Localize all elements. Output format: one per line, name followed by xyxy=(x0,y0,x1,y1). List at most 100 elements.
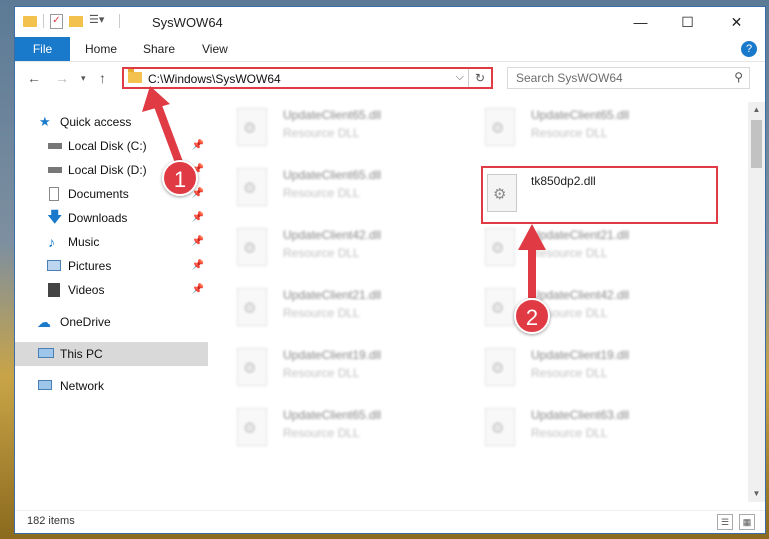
scroll-up-icon[interactable]: ▲ xyxy=(748,102,765,118)
pin-icon[interactable]: 📌 xyxy=(192,134,204,158)
search-icon[interactable]: ⚲ xyxy=(734,70,743,84)
tab-share[interactable]: Share xyxy=(143,37,175,61)
sidebar-item-downloads[interactable]: 🡇 Downloads 📌 xyxy=(15,206,208,230)
properties-icon[interactable]: ✓ xyxy=(50,13,63,29)
sidebar-item-this-pc[interactable]: This PC xyxy=(15,342,208,366)
videos-icon xyxy=(48,283,60,297)
sidebar-item-pictures[interactable]: Pictures 📌 xyxy=(15,254,208,278)
pin-icon[interactable]: 📌 xyxy=(192,230,204,254)
file-type: Resource DLL xyxy=(531,246,608,260)
file-type: Resource DLL xyxy=(283,186,360,200)
pictures-icon xyxy=(47,260,61,271)
list-item[interactable]: UpdateClient19.dll Resource DLL xyxy=(459,346,689,402)
sidebar-item-label: Quick access xyxy=(60,115,132,129)
dll-file-icon xyxy=(237,288,267,326)
recent-locations-chevron-icon[interactable]: ▾ xyxy=(81,73,86,84)
close-button[interactable]: ✕ xyxy=(714,7,759,37)
address-path[interactable]: C:\Windows\SysWOW64 xyxy=(148,72,281,86)
new-folder-icon[interactable] xyxy=(69,15,83,27)
list-item[interactable]: UpdateClient21.dll Resource DLL xyxy=(211,286,441,342)
folder-icon xyxy=(128,69,142,83)
file-name: UpdateClient19.dll xyxy=(531,348,630,362)
details-view-icon[interactable]: ☰ xyxy=(717,514,733,530)
help-button[interactable]: ? xyxy=(741,41,757,57)
sidebar-item-label: Local Disk (D:) xyxy=(68,163,147,177)
sidebar-item-videos[interactable]: Videos 📌 xyxy=(15,278,208,302)
window-title: SysWOW64 xyxy=(152,15,223,30)
separator xyxy=(119,14,120,28)
customize-toolbar-icon[interactable]: ☰▾ xyxy=(89,13,105,29)
sidebar-item-local-disk-c[interactable]: Local Disk (C:) 📌 xyxy=(15,134,208,158)
sidebar-item-network[interactable]: Network xyxy=(15,374,208,398)
dll-file-icon xyxy=(485,108,515,146)
vertical-scrollbar[interactable]: ▲ ▼ xyxy=(748,102,765,502)
file-name: UpdateClient42.dll xyxy=(283,228,382,242)
pin-icon[interactable]: 📌 xyxy=(192,254,204,278)
file-name: UpdateClient21.dll xyxy=(283,288,382,302)
tab-view[interactable]: View xyxy=(202,37,228,61)
list-item[interactable]: UpdateClient65.dll Resource DLL xyxy=(211,106,441,162)
sidebar-item-label: Videos xyxy=(68,283,105,297)
file-list: UpdateClient65.dll Resource DLL UpdateCl… xyxy=(211,102,745,502)
sidebar-item-music[interactable]: ♪ Music 📌 xyxy=(15,230,208,254)
up-arrow-icon[interactable]: ↑ xyxy=(99,70,106,86)
computer-icon xyxy=(38,348,54,358)
dll-file-icon xyxy=(487,174,517,212)
documents-icon xyxy=(49,187,59,201)
list-item[interactable]: UpdateClient63.dll Resource DLL xyxy=(459,406,689,462)
file-name: UpdateClient42.dll xyxy=(531,288,630,302)
step-1-badge: 1 xyxy=(162,160,198,196)
sidebar-item-onedrive[interactable]: ☁ OneDrive xyxy=(15,310,208,334)
file-name: UpdateClient65.dll xyxy=(531,108,630,122)
maximize-button[interactable]: ☐ xyxy=(665,7,710,37)
chevron-down-icon[interactable]: ⌵ xyxy=(456,71,464,84)
dll-file-icon xyxy=(485,348,515,386)
minimize-button[interactable]: — xyxy=(618,7,663,37)
music-icon: ♪ xyxy=(48,234,55,250)
dll-file-icon xyxy=(237,408,267,446)
downloads-icon: 🡇 xyxy=(47,209,63,226)
drive-icon xyxy=(48,167,62,173)
list-item[interactable]: UpdateClient65.dll Resource DLL xyxy=(459,106,689,162)
large-icons-view-icon[interactable]: ▦ xyxy=(739,514,755,530)
dll-file-icon xyxy=(485,228,515,266)
star-icon: ★ xyxy=(39,114,51,129)
view-switcher: ☰ ▦ xyxy=(717,514,755,530)
search-input[interactable]: Search SysWOW64 ⚲ xyxy=(507,67,750,89)
back-arrow-icon[interactable]: ← xyxy=(27,70,41,86)
scroll-down-icon[interactable]: ▼ xyxy=(748,486,765,502)
scroll-thumb[interactable] xyxy=(751,120,762,168)
target-dll-file[interactable]: tk850dp2.dll xyxy=(481,166,718,224)
address-bar[interactable]: C:\Windows\SysWOW64 ⌵ ↻ xyxy=(122,67,493,89)
list-item[interactable]: UpdateClient65.dll Resource DLL xyxy=(211,166,441,222)
list-item[interactable]: UpdateClient42.dll Resource DLL xyxy=(459,286,689,342)
list-item[interactable]: UpdateClient19.dll Resource DLL xyxy=(211,346,441,402)
refresh-icon[interactable]: ↻ xyxy=(468,69,491,87)
file-type: Resource DLL xyxy=(283,246,360,260)
sidebar-item-label: Music xyxy=(68,235,100,249)
file-name: UpdateClient19.dll xyxy=(283,348,382,362)
sidebar-item-label: Pictures xyxy=(68,259,112,273)
file-type: Resource DLL xyxy=(531,426,608,440)
dll-file-icon xyxy=(237,108,267,146)
pin-icon[interactable]: 📌 xyxy=(192,206,204,230)
sidebar-item-label: Downloads xyxy=(68,211,128,225)
sidebar-item-label: Local Disk (C:) xyxy=(68,139,147,153)
dll-file-icon xyxy=(485,408,515,446)
explorer-window: ✓ ☰▾ SysWOW64 — ☐ ✕ File Home Share View… xyxy=(14,6,766,534)
step-2-badge: 2 xyxy=(514,298,550,334)
list-item[interactable]: UpdateClient21.dll Resource DLL xyxy=(459,226,689,282)
sidebar-item-label: Documents xyxy=(68,187,129,201)
file-name: tk850dp2.dll xyxy=(531,174,596,188)
list-item[interactable]: UpdateClient65.dll Resource DLL xyxy=(211,406,441,462)
dll-file-icon xyxy=(237,168,267,206)
search-placeholder[interactable]: Search SysWOW64 xyxy=(516,71,623,85)
list-item[interactable]: UpdateClient42.dll Resource DLL xyxy=(211,226,441,282)
folder-icon xyxy=(23,15,37,27)
pin-icon[interactable]: 📌 xyxy=(192,278,204,302)
forward-arrow-icon[interactable]: → xyxy=(55,70,69,86)
file-type: Resource DLL xyxy=(531,126,608,140)
sidebar-item-quick-access[interactable]: ★ Quick access xyxy=(15,110,208,134)
tab-home[interactable]: Home xyxy=(85,37,117,61)
tab-file[interactable]: File xyxy=(15,37,70,61)
